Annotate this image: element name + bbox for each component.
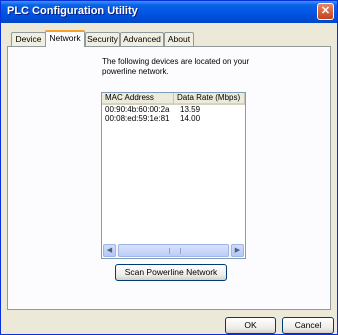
column-header-data-rate[interactable]: Data Rate (Mbps) — [174, 93, 245, 105]
mac-address-cell: 00:08:ed:59:1e:81 — [105, 114, 170, 123]
device-list[interactable]: MAC Address Data Rate (Mbps) 00:90:4b:60… — [101, 92, 246, 259]
tab-advanced[interactable]: Advanced — [120, 32, 164, 47]
tab-label: Advanced — [123, 34, 161, 44]
intro-line-1: The following devices are located on you… — [102, 57, 250, 66]
tab-device[interactable]: Device — [11, 32, 46, 47]
tab-label: Security — [87, 34, 118, 44]
tab-label: About — [167, 34, 191, 44]
tab-about[interactable]: About — [164, 32, 194, 47]
scroll-right-button[interactable]: ▶ — [231, 244, 244, 257]
chevron-right-icon: ▶ — [234, 246, 241, 254]
tab-label: Network — [49, 33, 81, 43]
tab-security[interactable]: Security — [85, 32, 120, 47]
plc-configuration-window: PLC Configuration Utility ✕ Device Netwo… — [0, 0, 338, 335]
thumb-grip — [169, 248, 181, 254]
chevron-left-icon: ◀ — [106, 246, 113, 254]
tab-label: Device — [15, 34, 42, 44]
window-title: PLC Configuration Utility — [7, 5, 138, 17]
ok-button[interactable]: OK — [225, 317, 276, 334]
close-button[interactable]: ✕ — [317, 3, 334, 20]
mac-address-cell: 00:90:4b:60:00:2a — [105, 105, 170, 114]
scrollbar-thumb[interactable] — [118, 244, 229, 257]
cancel-button[interactable]: Cancel — [282, 317, 334, 334]
column-header-mac[interactable]: MAC Address — [102, 93, 174, 105]
horizontal-scrollbar[interactable]: ◀ ▶ — [103, 244, 244, 257]
intro-text: The following devices are located on you… — [102, 57, 262, 77]
intro-line-2: powerline network. — [102, 67, 169, 76]
tab-network[interactable]: Network — [45, 30, 85, 47]
scroll-left-button[interactable]: ◀ — [103, 244, 116, 257]
title-bar[interactable]: PLC Configuration Utility ✕ — [1, 1, 337, 23]
data-rate-cell: 13.59 — [180, 105, 201, 114]
data-rate-cell: 14.00 — [180, 114, 201, 123]
close-icon: ✕ — [320, 5, 331, 17]
scan-powerline-network-button[interactable]: Scan Powerline Network — [115, 264, 227, 281]
